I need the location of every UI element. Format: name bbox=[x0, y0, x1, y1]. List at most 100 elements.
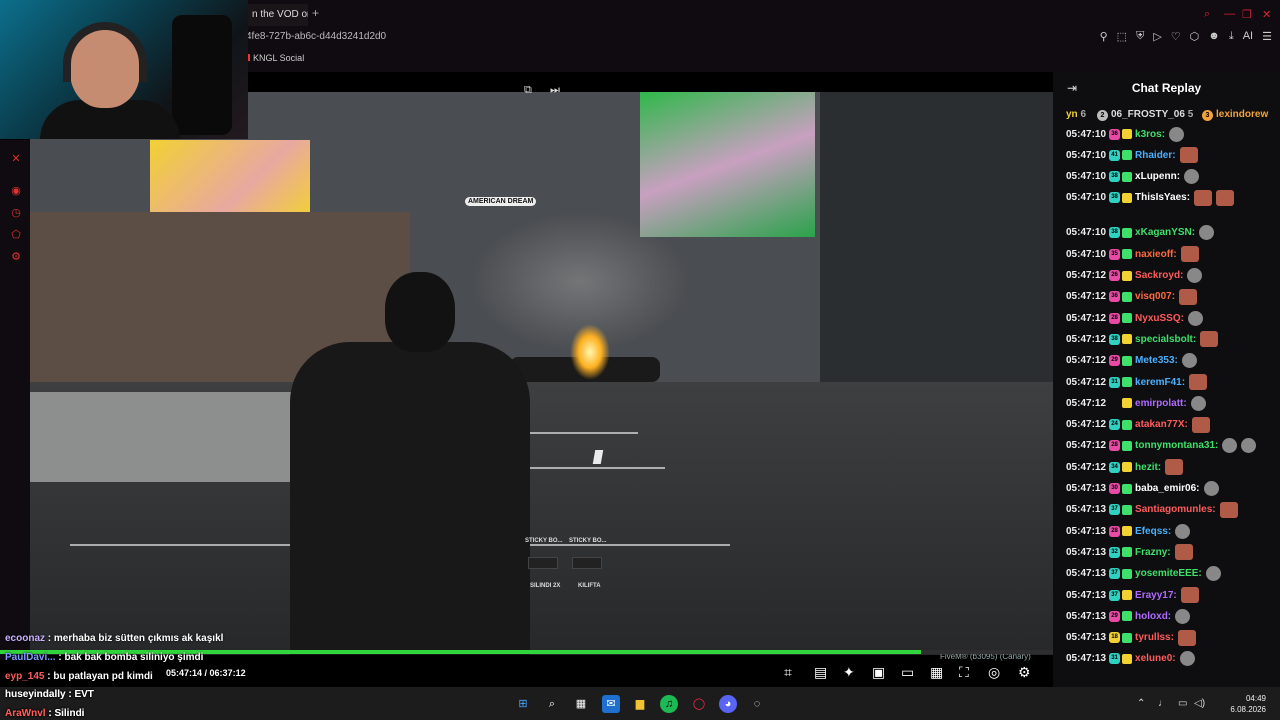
chat-username[interactable]: xLupenn: bbox=[1135, 171, 1180, 182]
emote-icon bbox=[1179, 147, 1198, 164]
message-timestamp: 05:47:10 bbox=[1066, 192, 1107, 204]
app-icon[interactable]: ◌ bbox=[748, 695, 766, 713]
display-icon[interactable]: ▭ bbox=[1178, 698, 1187, 709]
store-icon[interactable]: ▦ bbox=[572, 695, 590, 713]
chat-username[interactable]: keremF41: bbox=[1135, 377, 1185, 388]
tray-chevron-icon[interactable]: ⌃ bbox=[1137, 698, 1145, 709]
browser-tab[interactable]: n the VOD on K bbox=[248, 4, 308, 26]
minimize-icon[interactable]: — bbox=[1224, 8, 1235, 20]
badge-icon bbox=[1122, 590, 1133, 600]
chat-username[interactable]: emirpolatt: bbox=[1135, 398, 1187, 409]
address-bar[interactable]: 4fe8-727b-ab6c-d44d3241d2d0 bbox=[246, 31, 386, 42]
download-icon[interactable]: ⤓ bbox=[1229, 30, 1234, 43]
badge-icon bbox=[1122, 171, 1133, 182]
subtitles-icon[interactable]: ▦ bbox=[930, 664, 943, 681]
sparkle-icon[interactable]: ✦ bbox=[843, 664, 855, 681]
settings-gear-icon[interactable]: ⚙ bbox=[1018, 664, 1031, 681]
opera-gx-icon[interactable]: ◯ bbox=[690, 695, 708, 713]
chat-username[interactable]: naxieoff: bbox=[1135, 249, 1177, 260]
chat-message: 05:47:13 30 baba_emir06: bbox=[1066, 479, 1219, 499]
settings-icon[interactable]: ⚙ bbox=[10, 251, 22, 263]
chat-message: 05:47:10 41 Rhaider: bbox=[1066, 145, 1198, 165]
chat-username[interactable]: visq007: bbox=[1135, 291, 1175, 302]
ai-button[interactable]: AI bbox=[1243, 30, 1253, 43]
emote-icon bbox=[1203, 481, 1219, 496]
theater-icon[interactable]: ▭ bbox=[901, 664, 914, 681]
chat-username[interactable]: Sackroyd: bbox=[1135, 270, 1183, 281]
mural-yellow bbox=[150, 140, 310, 220]
new-tab-button[interactable]: + bbox=[312, 6, 319, 20]
chat-username[interactable]: NyxuSSQ: bbox=[1135, 313, 1184, 324]
chat-username[interactable]: tyrullss: bbox=[1135, 632, 1174, 643]
chat-username[interactable]: hezit: bbox=[1135, 462, 1161, 473]
play-circle-icon[interactable]: ◉ bbox=[10, 185, 22, 197]
chapters-icon[interactable]: ▤ bbox=[814, 664, 827, 681]
message-timestamp: 05:47:13 bbox=[1066, 483, 1107, 494]
chat-username[interactable]: xelune0: bbox=[1135, 653, 1176, 664]
windows-start-icon[interactable]: ⊞ bbox=[514, 695, 532, 713]
chat-replay-panel: ⇥ Chat Replay yn 6 2 06_FROSTY_06 5 3 lexi… bbox=[1053, 72, 1280, 687]
video-player[interactable]: AMERICAN DREAM STICKY BO... STICKY BO...… bbox=[30, 92, 1053, 655]
microphone-icon[interactable]: ♩ bbox=[1158, 698, 1168, 709]
chat-username[interactable]: tonnymontana31: bbox=[1135, 440, 1218, 451]
play-icon[interactable]: ▷ bbox=[1153, 30, 1161, 43]
badge-icon bbox=[1122, 611, 1133, 622]
sub-badge-icon: 35 bbox=[1109, 248, 1121, 260]
sub-badge-icon: 28 bbox=[1109, 312, 1121, 324]
sub-badge-icon: 37 bbox=[1109, 568, 1121, 580]
chat-message: 05:47:12 31 keremF41: bbox=[1066, 372, 1208, 392]
account-icon[interactable]: ☻ bbox=[1208, 30, 1220, 43]
bookmark-kngl-social[interactable]: KNGL Social bbox=[246, 53, 304, 63]
speed-icon[interactable]: ◎ bbox=[988, 664, 1000, 681]
close-icon[interactable]: ✕ bbox=[1262, 8, 1271, 21]
x-icon[interactable]: ✕ bbox=[10, 153, 22, 165]
system-clock[interactable]: 04:49 6.08.2026 bbox=[1230, 693, 1266, 715]
popout-icon[interactable]: ⧉ bbox=[524, 84, 532, 97]
menu-icon[interactable]: ☰ bbox=[1262, 30, 1272, 43]
sub-badge-icon: 38 bbox=[1109, 171, 1121, 183]
pin-icon[interactable]: ⚲ bbox=[1100, 30, 1108, 43]
heart-icon[interactable]: ♡ bbox=[1171, 30, 1181, 43]
puzzle-icon[interactable]: ⬠ bbox=[10, 229, 22, 241]
chat-username[interactable]: xKaganYSN: bbox=[1135, 227, 1195, 238]
emote-icon bbox=[1174, 544, 1193, 561]
chat-username[interactable]: Frazny: bbox=[1135, 547, 1171, 558]
emote-icon bbox=[1181, 353, 1197, 369]
spotify-icon[interactable]: ♫ bbox=[660, 695, 678, 713]
restore-icon[interactable]: ❐ bbox=[1242, 8, 1252, 21]
file-explorer-icon[interactable]: ▆ bbox=[631, 695, 649, 713]
crop-icon[interactable]: ⌗ bbox=[784, 664, 792, 681]
emote-icon bbox=[1180, 246, 1199, 263]
player-character bbox=[290, 342, 530, 655]
parking-line bbox=[525, 467, 665, 469]
chat-username[interactable]: yosemiteEEE: bbox=[1135, 568, 1202, 579]
chat-username[interactable]: holoxd: bbox=[1135, 611, 1171, 622]
chat-username[interactable]: k3ros: bbox=[1135, 129, 1165, 140]
message-timestamp: 05:47:12 bbox=[1066, 461, 1107, 473]
chat-username[interactable]: Mete353: bbox=[1135, 355, 1178, 366]
search-icon[interactable]: ⌕ bbox=[543, 695, 561, 713]
chat-username[interactable]: atakan77X: bbox=[1135, 419, 1188, 430]
shield-icon[interactable]: ⛨ bbox=[1136, 30, 1144, 43]
chat-message: 05:47:12 38 specialsbolt: bbox=[1066, 329, 1219, 349]
chat-username[interactable]: Efeqss: bbox=[1135, 526, 1171, 537]
skip-icon[interactable]: ⏭ bbox=[550, 84, 560, 97]
chat-username[interactable]: specialsbolt: bbox=[1135, 334, 1196, 345]
fullscreen-icon[interactable]: ⛶ bbox=[959, 664, 969, 681]
message-timestamp: 05:47:13 bbox=[1066, 546, 1107, 558]
clock-icon[interactable]: ◷ bbox=[10, 207, 22, 219]
chat-message: 05:47:13 37 Santiagomunles: bbox=[1066, 500, 1238, 520]
volume-icon[interactable]: ◁) bbox=[1194, 698, 1205, 709]
screenshot-icon[interactable]: ⬚ bbox=[1117, 30, 1127, 43]
search-icon[interactable]: ⌕ bbox=[1204, 8, 1210, 21]
chat-username[interactable]: Rhaider: bbox=[1135, 150, 1176, 161]
extensions-icon[interactable]: ⬡ bbox=[1190, 30, 1200, 43]
chat-username[interactable]: ThisIsYaes: bbox=[1135, 192, 1190, 203]
pip-icon[interactable]: ▣ bbox=[872, 664, 885, 681]
chat-username[interactable]: Erayy17: bbox=[1135, 590, 1177, 601]
badge-icon bbox=[1122, 483, 1133, 494]
outlook-icon[interactable]: ✉ bbox=[602, 695, 620, 713]
discord-icon[interactable]: ◕ bbox=[719, 695, 737, 713]
chat-username[interactable]: baba_emir06: bbox=[1135, 483, 1199, 494]
chat-username[interactable]: Santiagomunles: bbox=[1135, 504, 1216, 515]
